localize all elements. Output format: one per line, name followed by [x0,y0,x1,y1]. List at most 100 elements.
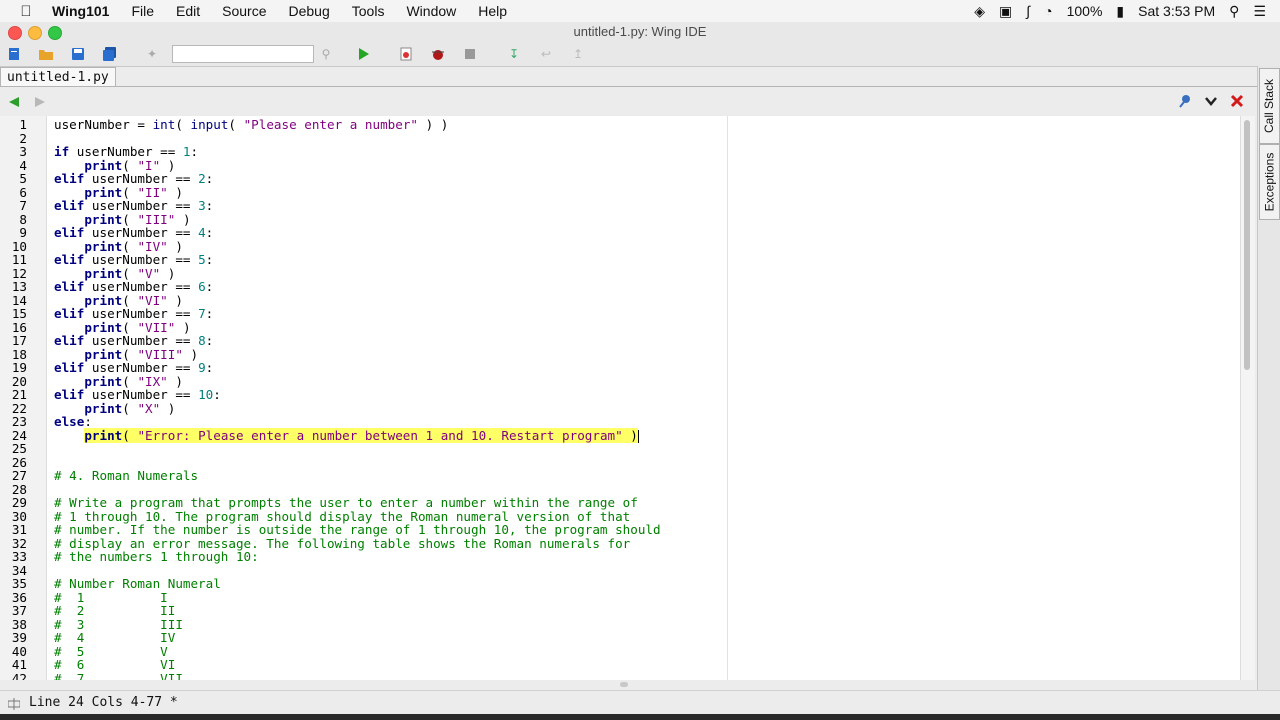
tab-call-stack-label: Call Stack [1262,78,1277,134]
code-token: 3 [198,198,206,213]
code-line-30: 30 # 1 through 10. The program should dis… [0,508,1240,524]
code-line-32: 32 # display an error message. The follow… [0,536,1240,551]
close-window-button[interactable] [8,26,22,40]
options-chevron-down-icon[interactable] [1204,94,1218,113]
apple-icon[interactable]:  [18,3,34,20]
open-folder-icon[interactable] [38,46,54,62]
line-number: 40 [11,643,27,659]
code-line-22: 22 print( "X" ) [0,401,1240,416]
bug-icon[interactable] [430,46,446,62]
code-token: ( [175,117,191,132]
line-number: 15 [11,306,27,321]
code-comment: # Number Roman Numeral [54,576,221,591]
tab-exceptions[interactable]: Exceptions [1259,144,1280,220]
forward-arrow-icon[interactable] [34,95,46,113]
line-number: 19 [11,360,27,375]
back-arrow-icon[interactable] [8,95,20,113]
line-number: 18 [11,346,27,362]
step-into-icon[interactable]: ↧ [506,46,522,62]
line-number: 10 [11,238,27,254]
dropbox-icon[interactable]: ◈ [974,3,985,20]
code-comment: # Write a program that prompts the user … [54,495,638,510]
code-token: : [213,387,221,402]
code-token: ) ) [417,117,449,132]
save-all-icon[interactable] [102,46,118,62]
menu-help[interactable]: Help [478,3,507,19]
spotlight-search-icon[interactable]: ⚲ [1229,3,1239,20]
bluetooth-icon[interactable]: ∫ [1026,3,1030,19]
step-out-icon[interactable]: ↥ [570,46,586,62]
battery-icon[interactable]: ▮ [1116,3,1124,20]
menu-source[interactable]: Source [222,3,266,19]
zoom-window-button[interactable] [48,26,62,40]
code-line-7: 7 elif userNumber == 3: [0,199,1240,213]
menu-edit[interactable]: Edit [176,3,200,19]
code-comment: # 3 III [54,616,183,632]
code-token: : [190,144,199,159]
menu-window[interactable]: Window [406,3,456,19]
tab-untitled-1[interactable]: untitled-1.py [0,67,116,87]
editor-nav-row [0,88,1257,116]
menu-file[interactable]: File [131,3,154,19]
status-bar: Line 24 Cols 4-77 * [0,690,1280,715]
code-token: : [205,225,214,240]
new-file-icon[interactable] [6,46,22,62]
line-number: 23 [11,414,27,429]
scrollbar-thumb[interactable] [1244,120,1250,370]
code-line-1: 1 userNumber = int( input( "Please enter … [0,118,1240,132]
code-editor[interactable]: 1 userNumber = int( input( "Please enter … [0,116,1240,680]
screen-record-icon[interactable]: ▣ [999,3,1012,20]
line-number: 9 [19,225,27,240]
code-line-15: 15 elif userNumber == 7: [0,307,1240,321]
code-token: : [205,198,214,213]
code-line-24: 24 print( "Error: Please enter a number … [0,427,1240,443]
toolbar-search-input[interactable] [172,45,314,63]
cursor-position-status: Line 24 Cols 4-77 * [29,695,178,710]
code-token: print [84,427,123,443]
debug-file-icon[interactable] [398,46,414,62]
line-number: 5 [19,171,27,186]
line-number: 30 [11,508,27,524]
code-token: 1 [182,144,191,159]
selection-highlight: print( "Error: Please enter a number bet… [84,427,638,443]
battery-percent[interactable]: 100% [1067,3,1103,19]
stop-icon[interactable] [462,46,478,62]
code-comment: # number. If the number is outside the r… [54,522,661,537]
line-number: 27 [11,468,27,483]
line-number: 29 [11,495,27,510]
minimize-window-button[interactable] [28,26,42,40]
line-number: 6 [19,184,27,200]
code-line-27: 27 # 4. Roman Numerals [0,469,1240,483]
line-number: 16 [11,319,27,335]
pin-icon[interactable] [1178,94,1192,113]
code-line-40: 40 # 5 V [0,643,1240,659]
code-line-17: 17 elif userNumber == 8: [0,334,1240,348]
run-icon[interactable] [356,46,372,62]
code-token: 8 [198,333,206,348]
code-comment: # 7 VII [54,670,183,680]
menu-tools[interactable]: Tools [352,3,385,19]
code-line-37: 37 # 2 II [0,604,1240,618]
find-icon[interactable]: ✦ [144,46,160,62]
panel-splitter[interactable] [0,680,1257,690]
clock[interactable]: Sat 3:53 PM [1138,3,1215,19]
status-indicator-icon[interactable] [7,697,21,715]
step-over-icon[interactable]: ↩ [538,46,554,62]
notification-center-icon[interactable]: ☰ [1253,3,1266,20]
save-icon[interactable] [70,46,86,62]
code-line-26: 26 [0,455,1240,470]
code-line-20: 20 print( "IX" ) [0,374,1240,389]
menu-debug[interactable]: Debug [289,3,330,19]
code-token: 7 [198,306,206,321]
tab-call-stack[interactable]: Call Stack [1259,68,1280,144]
close-file-icon[interactable] [1230,94,1244,113]
code-comment: # 2 II [54,603,176,618]
menu-app-name[interactable]: Wing101 [52,3,109,19]
code-line-19: 19 elif userNumber == 9: [0,361,1240,375]
line-number: 25 [11,441,27,456]
line-number: 28 [11,481,27,497]
wifi-icon[interactable]: ◔ [1044,3,1052,19]
search-icon[interactable]: ⚲ [318,46,334,62]
splitter-handle-icon[interactable] [620,682,628,687]
